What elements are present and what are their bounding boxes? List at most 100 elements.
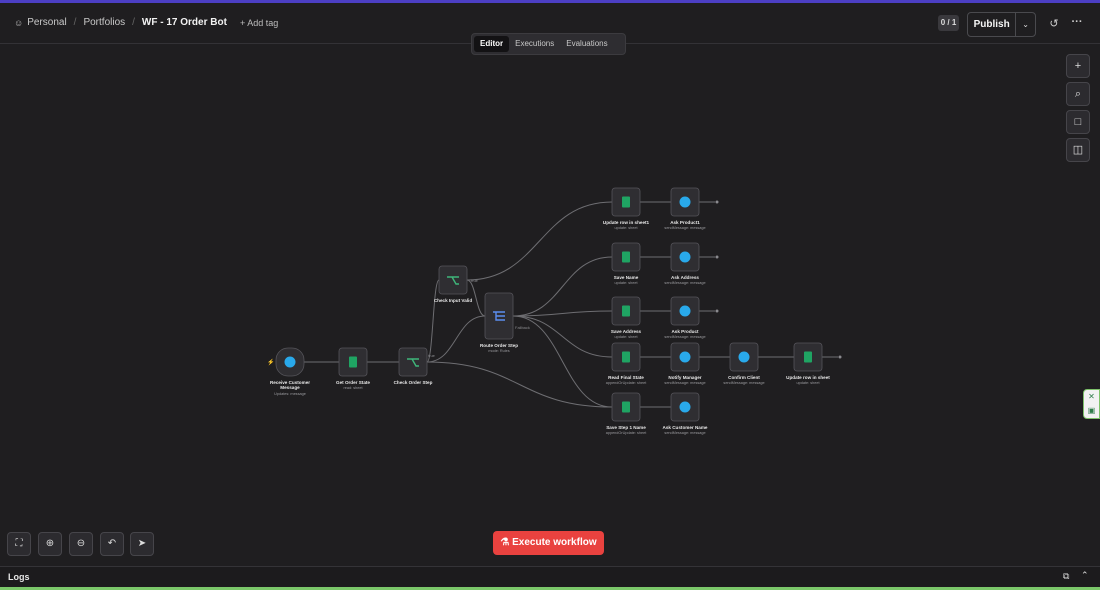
node-label: Save Name	[614, 275, 639, 280]
node-route[interactable]: Route Order Stepmode: Rules	[480, 292, 518, 353]
node-askcust[interactable]: Ask Customer NamesendMessage: message	[663, 392, 708, 435]
node-subtitle: read: sheet	[344, 386, 364, 390]
select-tool-button[interactable]: ➤	[130, 532, 154, 556]
connection-edge[interactable]	[512, 256, 613, 317]
node-subtitle: sendMessage: message	[723, 381, 764, 385]
node-savestep1[interactable]: Save Step 1 NameappendOrUpdate: sheet	[606, 392, 647, 435]
node-subtitle: update: sheet	[614, 281, 638, 285]
node-label: Confirm Client	[728, 375, 760, 380]
close-icon[interactable]: ✕	[1084, 390, 1099, 404]
node-label: Save Address	[611, 329, 642, 334]
side-widget[interactable]: ✕ ▣	[1083, 389, 1100, 419]
logs-bar[interactable]: Logs ⧉ ⌃	[0, 566, 1100, 587]
fit-view-button[interactable]: ⛶	[7, 532, 31, 556]
sheets-icon	[622, 401, 630, 413]
trigger-bolt-icon: ⚡	[267, 358, 274, 366]
edge-label-true: true	[428, 353, 436, 358]
node-label: Save Step 1 Name	[606, 425, 646, 430]
search-icon[interactable]: ⌕	[1066, 82, 1090, 106]
user-icon: ☺	[14, 17, 24, 28]
telegram-icon	[679, 305, 691, 317]
chat-icon[interactable]: ▣	[1084, 404, 1099, 418]
execute-workflow-button[interactable]: ⚗ Execute workflow	[493, 531, 604, 555]
output-handle[interactable]	[715, 255, 719, 259]
node-subtitle: sendMessage: message	[664, 226, 705, 230]
publish-button[interactable]: Publish	[968, 13, 1017, 36]
sheets-icon	[622, 305, 630, 317]
node-savename[interactable]: Save Nameupdate: sheet	[611, 242, 641, 285]
zoom-out-button[interactable]: ⊖	[69, 532, 93, 556]
breadcrumb-portfolios[interactable]: Portfolios	[83, 17, 125, 28]
node-askprod[interactable]: Ask ProductsendMessage: message	[664, 296, 706, 339]
node-subtitle: Updates: message	[274, 392, 306, 396]
node-label: Check Order Step	[394, 380, 433, 385]
telegram-icon	[679, 351, 691, 363]
connection-edge[interactable]	[426, 315, 486, 363]
node-label: Ask Customer Name	[663, 425, 708, 430]
sticky-note-icon[interactable]: □	[1066, 110, 1090, 134]
connection-edge[interactable]	[512, 315, 613, 358]
zoom-in-button[interactable]: ⊕	[38, 532, 62, 556]
node-label: Ask Product1	[670, 220, 700, 225]
edge-label-true-2: true	[471, 278, 479, 283]
connection-edge[interactable]	[426, 361, 613, 408]
workflow-canvas[interactable]: ⚡ Receive Customer Message Updates: message…	[0, 44, 1100, 566]
node-upd1[interactable]: Update row in sheet1update: sheet	[603, 187, 650, 230]
node-label: Update row in sheet	[786, 375, 830, 380]
telegram-icon	[679, 251, 691, 263]
sheets-icon	[804, 351, 812, 363]
connections	[303, 200, 842, 408]
chevron-down-icon[interactable]: ⌄	[1016, 13, 1035, 36]
node-askaddr[interactable]: Ask AddresssendMessage: message	[664, 242, 706, 285]
node-subtitle: appendOrUpdate: sheet	[606, 381, 647, 385]
node-notify[interactable]: Notify ManagersendMessage: message	[664, 342, 706, 385]
node-saveaddr[interactable]: Save Addressupdate: sheet	[611, 296, 642, 339]
node-checkinput[interactable]: Check Input Valid	[434, 265, 472, 303]
connection-edge[interactable]	[466, 201, 613, 281]
logs-label: Logs	[8, 572, 30, 582]
output-handle[interactable]	[715, 309, 719, 313]
edge-label-fallback: Fallback	[515, 325, 530, 330]
node-label: Ask Address	[671, 275, 699, 280]
node-askp1[interactable]: Ask Product1sendMessage: message	[664, 187, 706, 230]
node-updrow[interactable]: Update row in sheetupdate: sheet	[786, 342, 830, 385]
output-handle[interactable]	[838, 355, 842, 359]
breadcrumb-personal[interactable]: Personal	[27, 17, 66, 28]
node-subtitle: mode: Rules	[488, 349, 509, 353]
node-readfinal[interactable]: Read Final StateappendOrUpdate: sheet	[606, 342, 647, 385]
node-checkstep[interactable]: Check Order Step	[394, 347, 433, 385]
node-label: Ask Product	[671, 329, 699, 334]
history-icon[interactable]: ↺	[1047, 17, 1061, 31]
connection-edge[interactable]	[426, 279, 440, 363]
telegram-icon	[284, 356, 296, 368]
add-node-button[interactable]: +	[1066, 54, 1090, 78]
node-subtitle: sendMessage: message	[664, 281, 705, 285]
breadcrumb: ☺ Personal / Portfolios / WF - 17 Order …	[14, 17, 279, 28]
panel-icon[interactable]: ◫	[1066, 138, 1090, 162]
sheets-icon	[622, 196, 630, 208]
node-subtitle: sendMessage: message	[664, 431, 705, 435]
nodes: ⚡ Receive Customer Message Updates: message…	[267, 187, 830, 435]
node-subtitle: update: sheet	[614, 335, 638, 339]
output-handle[interactable]	[715, 200, 719, 204]
workflow-title[interactable]: WF - 17 Order Bot	[142, 17, 227, 28]
sheets-icon	[349, 356, 357, 368]
node-label: Update row in sheet1	[603, 220, 650, 225]
node-subtitle: update: sheet	[614, 226, 638, 230]
node-confirm[interactable]: Confirm ClientsendMessage: message	[723, 342, 765, 385]
node-subtitle: appendOrUpdate: sheet	[606, 431, 647, 435]
node-label: Route Order Step	[480, 343, 518, 348]
undo-button[interactable]: ↶	[100, 532, 124, 556]
node-label: Receive Customer Message	[270, 380, 310, 390]
publish-button-group: Publish ⌄	[967, 12, 1036, 37]
flask-icon: ⚗	[500, 537, 513, 548]
telegram-icon	[679, 196, 691, 208]
node-label: Read Final State	[608, 375, 644, 380]
popout-icon[interactable]: ⧉	[1063, 571, 1069, 582]
chevron-up-icon[interactable]: ⌃	[1081, 570, 1089, 581]
active-version-counter: 0 / 1	[938, 15, 959, 31]
add-tag-button[interactable]: + Add tag	[240, 18, 278, 28]
node-getstate[interactable]: Get Order Stateread: sheet	[336, 347, 370, 390]
node-receive[interactable]: ⚡ Receive Customer Message Updates: message	[267, 347, 310, 396]
more-icon[interactable]: ···	[1070, 16, 1084, 30]
